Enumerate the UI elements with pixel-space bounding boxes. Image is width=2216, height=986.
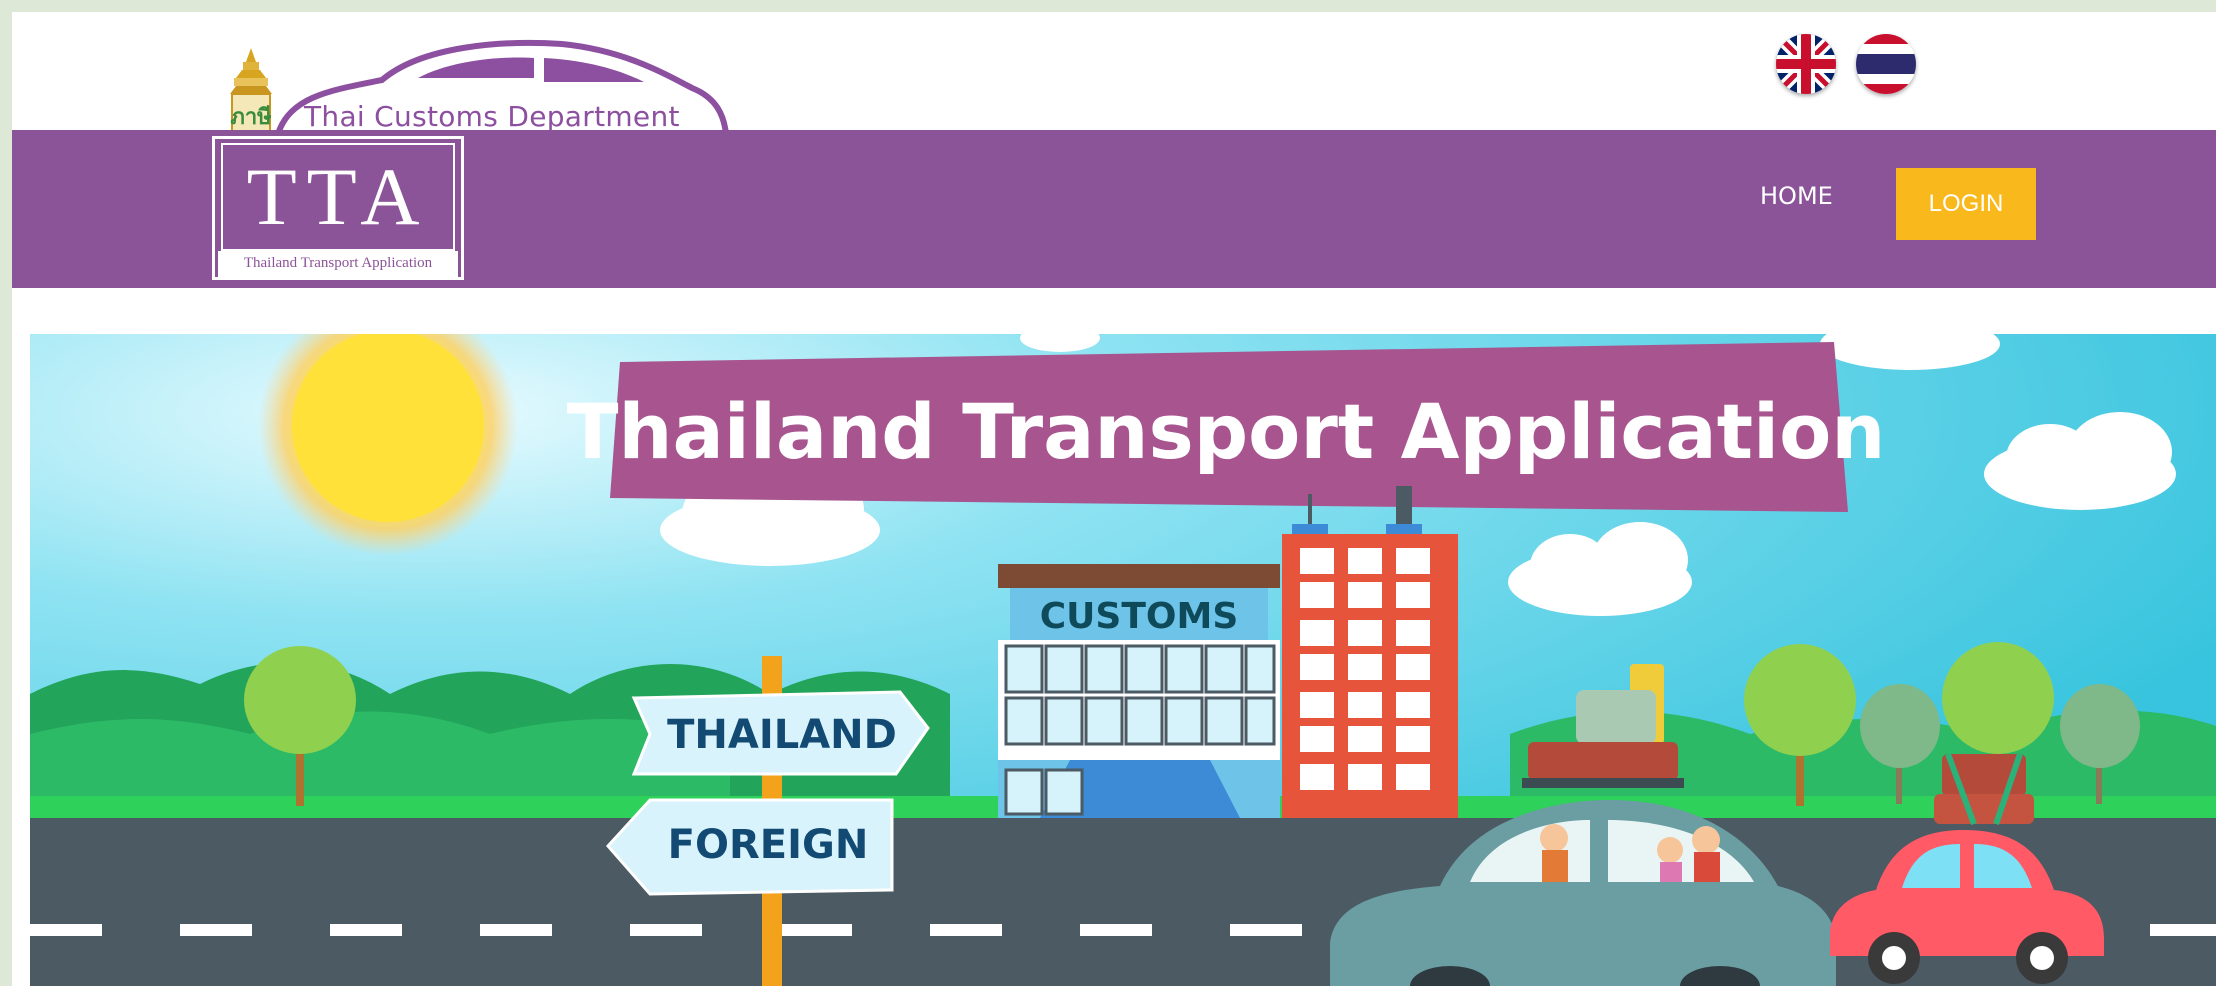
nav-home-link[interactable]: HOME [1760, 182, 1833, 210]
page-frame: ภาษี Thai Customs Department TTA Thailan… [12, 12, 2216, 986]
banner-title: Thailand Transport Application [567, 387, 1886, 476]
department-name: Thai Customs Department [304, 100, 680, 133]
office-tower [1282, 486, 1458, 818]
svg-text:ภาษี: ภาษี [230, 105, 272, 130]
temple-emblem-icon: ภาษี [230, 48, 272, 135]
customs-sign: CUSTOMS [1040, 596, 1239, 637]
hero-banner: Thailand Transport Application CUSTOMS T… [30, 334, 2216, 986]
customs-logo[interactable]: ภาษี Thai Customs Department [212, 26, 732, 136]
customs-building: CUSTOMS [998, 564, 1280, 818]
thai-flag-icon[interactable] [1856, 34, 1916, 94]
login-button[interactable]: LOGIN [1896, 168, 2036, 240]
banner-title-ribbon: Thailand Transport Application [567, 342, 1886, 512]
banner-illustration: Thailand Transport Application CUSTOMS T… [30, 334, 2216, 986]
tta-logo-subtitle: Thailand Transport Application [243, 255, 433, 271]
sign-foreign: FOREIGN [668, 822, 869, 868]
uk-flag-icon[interactable] [1776, 34, 1836, 94]
nav-bar: TTA Thailand Transport Application HOME … [12, 130, 2216, 288]
sign-thailand: THAILAND [667, 712, 897, 758]
tta-logo-frame: TTA [221, 143, 455, 251]
tta-logo[interactable]: TTA Thailand Transport Application [212, 136, 464, 280]
top-bar: ภาษี Thai Customs Department [12, 12, 2216, 136]
tta-logo-text: TTA [246, 151, 430, 242]
